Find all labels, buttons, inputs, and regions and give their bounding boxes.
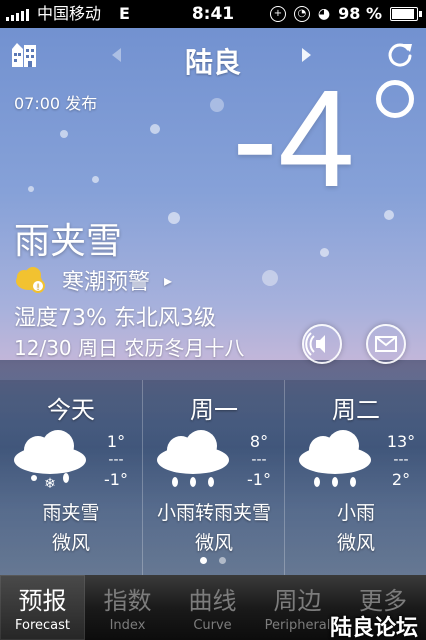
forecast-high: 8° xyxy=(249,432,269,451)
cold-wave-warning-icon: ! xyxy=(16,267,45,293)
snowflake xyxy=(262,270,278,286)
forecast-wind: 微风 xyxy=(194,532,233,554)
forecast-day-today: 今天 ❄ 1° --- -1° 雨夹雪 微风 xyxy=(0,380,142,575)
rain-icon xyxy=(157,430,229,487)
weather-app-screen: 中国移动 E 8:41 + ◔ ◕ 98 % 陆良 07:00 发布 -4 雨夹… xyxy=(0,0,426,640)
forecast-high: 1° xyxy=(106,432,126,451)
svg-text:!: ! xyxy=(36,283,40,293)
forecast-separator: --- xyxy=(251,452,267,468)
forecast-wind: 微风 xyxy=(51,532,90,554)
city-name: 陆良 xyxy=(184,46,241,79)
forecast-day-name: 周一 xyxy=(190,396,238,424)
refresh-icon[interactable] xyxy=(386,40,414,68)
sleet-icon: ❄ xyxy=(14,430,86,492)
alert-label: 寒潮预警 xyxy=(62,270,151,295)
date-lunar: 12/30 周日 农历冬月十八 xyxy=(14,336,245,360)
tab-label: 预报 xyxy=(18,587,67,615)
svg-text:❄: ❄ xyxy=(44,476,56,492)
forecast-day-name: 今天 xyxy=(47,396,95,424)
forecast-separator: --- xyxy=(108,452,124,468)
snowflake xyxy=(320,248,329,257)
forecast-panel[interactable]: 今天 ❄ 1° --- -1° 雨夹雪 微风 周一 8° --- -1° 小雨转… xyxy=(0,380,426,575)
forecast-low: -1° xyxy=(247,470,271,489)
page-dot-active xyxy=(200,557,207,564)
forecast-wind: 微风 xyxy=(336,532,375,554)
snowflake xyxy=(210,98,224,112)
tab-label: 曲线 xyxy=(188,587,237,615)
tab-peripheral[interactable]: 周边 Peripheral xyxy=(255,575,340,640)
forecast-separator: --- xyxy=(393,452,409,468)
tab-sublabel: Curve xyxy=(193,618,232,633)
tab-curve[interactable]: 曲线 Curve xyxy=(170,575,255,640)
share-button[interactable] xyxy=(366,324,406,364)
tab-sublabel: Index xyxy=(109,618,146,633)
tab-label: 周边 xyxy=(273,587,322,615)
publish-time: 07:00 发布 xyxy=(14,94,98,113)
forecast-condition: 雨夹雪 xyxy=(42,502,100,524)
forecast-condition: 小雨 xyxy=(336,502,375,524)
mail-icon xyxy=(375,336,397,352)
forecast-condition: 小雨转雨夹雪 xyxy=(156,502,271,524)
page-indicator[interactable] xyxy=(0,557,426,564)
snowflake xyxy=(168,212,180,224)
page-dot xyxy=(219,557,226,564)
chevron-right-icon: ▸ xyxy=(164,270,173,290)
tab-label: 指数 xyxy=(103,587,152,615)
battery-icon xyxy=(390,7,422,21)
status-bar: 中国移动 E 8:41 + ◔ ◕ 98 % xyxy=(0,0,426,28)
tab-forecast[interactable]: 预报 Forecast xyxy=(0,575,85,640)
snowflake xyxy=(150,124,160,134)
tab-index[interactable]: 指数 Index xyxy=(85,575,170,640)
forecast-day-name: 周二 xyxy=(332,396,380,424)
voice-button[interactable] xyxy=(302,324,342,364)
speaker-icon xyxy=(305,332,325,356)
rotation-lock-icon: ◔ xyxy=(293,6,310,22)
current-condition: 雨夹雪 xyxy=(14,221,123,262)
forecast-high: 13° xyxy=(386,432,416,451)
sync-icon: + xyxy=(269,6,286,22)
alarm-clock-icon: ◕ xyxy=(317,6,331,22)
snowflake xyxy=(28,186,34,192)
tab-sublabel: Forecast xyxy=(14,618,70,633)
snowflake xyxy=(60,130,68,138)
forecast-low: -1° xyxy=(104,470,128,489)
snowflake xyxy=(384,210,394,220)
weather-alert[interactable]: ! 寒潮预警 ▸ xyxy=(14,264,172,296)
degree-symbol-icon xyxy=(376,80,414,118)
battery-percent: 98 % xyxy=(338,4,382,23)
forecast-low: 2° xyxy=(391,470,411,489)
next-city-arrow[interactable] xyxy=(302,48,311,62)
forum-watermark: 陆良论坛 xyxy=(329,616,418,640)
tab-sublabel: Peripheral xyxy=(264,618,331,633)
forecast-day-tuesday: 周二 13° --- 2° 小雨 微风 xyxy=(284,380,426,575)
snowflake xyxy=(92,176,99,183)
humidity-wind: 湿度73% 东北风3级 xyxy=(14,306,216,331)
rain-icon xyxy=(299,430,371,487)
forecast-day-monday: 周一 8° --- -1° 小雨转雨夹雪 微风 xyxy=(142,380,285,575)
current-temperature: -4 xyxy=(232,62,355,216)
app-header: 陆良 xyxy=(0,28,426,86)
